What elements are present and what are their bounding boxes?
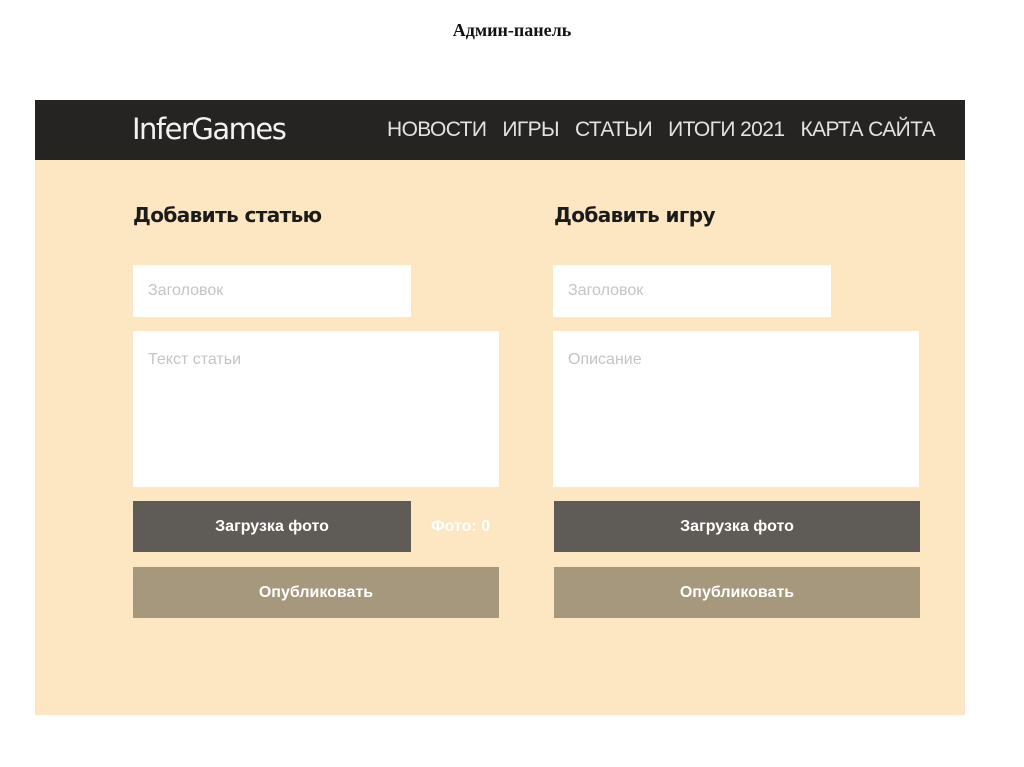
article-title-input[interactable] bbox=[133, 265, 411, 317]
nav-item-news[interactable]: НОВОСТИ bbox=[387, 116, 487, 144]
article-text-input[interactable] bbox=[133, 331, 499, 487]
nav-item-games[interactable]: ИГРЫ bbox=[502, 116, 559, 144]
game-title-input[interactable] bbox=[553, 265, 831, 317]
site-logo[interactable]: InferGames bbox=[132, 111, 287, 147]
game-description-input[interactable] bbox=[553, 331, 919, 487]
article-upload-photo-button[interactable]: Загрузка фото bbox=[133, 501, 411, 552]
site-header: InferGames НОВОСТИ ИГРЫ СТАТЬИ ИТОГИ 202… bbox=[35, 100, 965, 160]
nav-item-sitemap[interactable]: КАРТА САЙТА bbox=[800, 116, 935, 144]
game-publish-button[interactable]: Опубликовать bbox=[554, 567, 920, 618]
game-upload-photo-button[interactable]: Загрузка фото bbox=[554, 501, 920, 552]
photo-count-label: Фото: 0 bbox=[431, 518, 491, 535]
add-game-title: Добавить игру bbox=[554, 203, 716, 227]
article-publish-button[interactable]: Опубликовать bbox=[133, 567, 499, 618]
nav-item-results-2021[interactable]: ИТОГИ 2021 bbox=[668, 116, 785, 144]
nav-item-articles[interactable]: СТАТЬИ bbox=[575, 116, 653, 144]
slide-title: Админ-панель bbox=[452, 20, 572, 40]
add-article-title: Добавить статью bbox=[133, 203, 322, 227]
main-nav: НОВОСТИ ИГРЫ СТАТЬИ ИТОГИ 2021 КАРТА САЙ… bbox=[387, 116, 936, 144]
site-screenshot: InferGames НОВОСТИ ИГРЫ СТАТЬИ ИТОГИ 202… bbox=[35, 100, 965, 715]
